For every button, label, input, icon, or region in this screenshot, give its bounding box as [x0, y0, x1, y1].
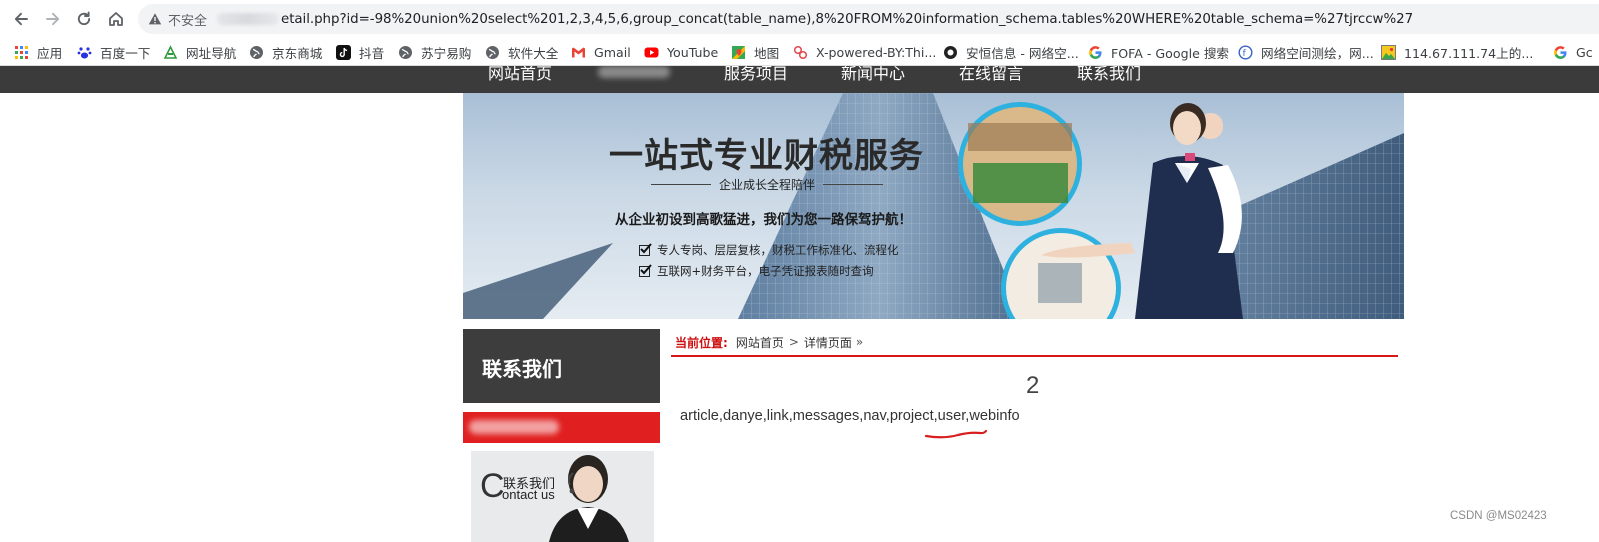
address-bar[interactable]: 不安全 etail.php?id=-98%20union%20select%20…: [138, 4, 1599, 34]
bookmark-youtube[interactable]: YouTube: [644, 43, 718, 61]
bookmark-label: 安恒信息 - 网络空...: [966, 45, 1079, 61]
breadcrumb-divider: [671, 355, 1398, 357]
globe-icon: [398, 45, 413, 60]
breadcrumb-label: 当前位置:: [675, 335, 728, 350]
hao123-icon: [163, 44, 178, 60]
google-icon: [1553, 45, 1568, 60]
insecure-label[interactable]: 不安全: [168, 10, 207, 29]
bookmark-label: 百度一下: [100, 45, 151, 61]
nav-services[interactable]: 服务项目: [724, 66, 788, 84]
bookmark-maps[interactable]: 地图: [731, 43, 779, 61]
detail-content: article,danye,link,messages,nav,project,…: [680, 408, 1020, 424]
warning-triangle-icon[interactable]: [148, 12, 162, 26]
baidu-paw-icon: [77, 45, 92, 60]
youtube-icon: [644, 45, 659, 60]
tiktok-icon: [336, 44, 351, 60]
bookmarks-bar: 应用 百度一下 网址导航 京东商城 抖音 苏宁易购 软件大全 Gmail You…: [0, 38, 1599, 66]
bookmark-label: X-powered-BY:Thi...: [816, 44, 937, 60]
bookmark-label: 应用: [37, 45, 63, 61]
bookmark-label: 114.67.111.74上的...: [1404, 45, 1534, 61]
fofa-icon: f: [1238, 44, 1253, 60]
home-icon[interactable]: [103, 6, 129, 32]
csdn-watermark: CSDN @MS02423: [1450, 510, 1547, 522]
banner-headline: 一站式专业财税服务: [609, 136, 924, 176]
bookmark-label: 网址导航: [186, 45, 237, 61]
bookmark-label: 苏宁易购: [421, 45, 472, 61]
bookmark-software[interactable]: 软件大全: [485, 43, 558, 61]
url-redaction: [217, 13, 280, 25]
bookmark-label: 软件大全: [508, 45, 559, 61]
nav-redaction: [598, 66, 670, 78]
bookmark-label: 地图: [754, 45, 780, 61]
browser-toolbar: 不安全 etail.php?id=-98%20union%20select%20…: [0, 0, 1599, 38]
banner-subline-left-rule: [651, 184, 711, 185]
apps-grid-icon: [14, 45, 29, 60]
bookmark-fofa-google[interactable]: FOFA - Google 搜索: [1088, 43, 1229, 61]
back-arrow-icon[interactable]: [8, 6, 34, 32]
link-icon: [793, 45, 808, 60]
gmail-icon: [571, 45, 586, 60]
detail-title: 2: [1026, 372, 1040, 399]
contact-card[interactable]: C 联系我们 ontact us: [471, 451, 654, 542]
svg-text:f: f: [1243, 48, 1247, 58]
banner-bullet-2-text: 互联网+财务平台，电子凭证报表随时查询: [657, 264, 874, 278]
banner-subline-right-rule: [823, 184, 883, 185]
globe-icon: [485, 45, 500, 60]
breadcrumb-current[interactable]: 详情页面: [804, 334, 852, 351]
google-icon: [1088, 45, 1103, 60]
bookmark-jd[interactable]: 京东商城: [249, 43, 322, 61]
banner-artwork: [463, 93, 1404, 319]
bookmark-google-more[interactable]: Gc: [1553, 43, 1593, 61]
bookmark-douyin[interactable]: 抖音: [336, 43, 384, 61]
sidebar-redaction: [469, 420, 559, 434]
sidebar-title: 联系我们: [482, 357, 562, 381]
bookmark-hao123[interactable]: 网址导航: [163, 43, 236, 61]
dbappsecurity-icon: [943, 45, 958, 60]
bookmark-label: Gc: [1576, 44, 1593, 60]
bookmark-label: YouTube: [667, 44, 719, 60]
breadcrumb-home-link[interactable]: 网站首页: [736, 334, 784, 351]
bookmark-apps[interactable]: 应用: [14, 43, 62, 61]
maps-icon: [731, 45, 746, 60]
banner-bullet-2: 互联网+财务平台，电子凭证报表随时查询: [639, 263, 874, 279]
bookmark-baidu[interactable]: 百度一下: [77, 43, 150, 61]
bookmark-dbappsecurity[interactable]: 安恒信息 - 网络空...: [943, 43, 1079, 61]
sidebar-header: 联系我们: [463, 329, 660, 403]
bookmark-ip-image[interactable]: 114.67.111.74上的...: [1381, 43, 1533, 61]
bookmark-label: 网络空间测绘，网...: [1261, 45, 1374, 61]
banner: 一站式专业财税服务 企业成长全程陪伴 从企业初设到高歌猛进，我们为您一路保驾护航…: [463, 93, 1404, 319]
bookmark-xpowered[interactable]: X-powered-BY:Thi...: [793, 43, 936, 61]
banner-bullet-1-text: 专人专岗、层层复核，财税工作标准化、流程化: [657, 243, 899, 257]
red-underline-annotation: [924, 429, 988, 439]
breadcrumb: 当前位置: 网站首页 > 详情页面 »: [675, 333, 863, 351]
banner-tagline: 从企业初设到高歌猛进，我们为您一路保驾护航！: [615, 212, 912, 228]
sidebar-red-bar[interactable]: [463, 412, 660, 443]
bookmark-label: 京东商城: [272, 45, 323, 61]
nav-news[interactable]: 新闻中心: [841, 66, 905, 84]
nav-guestbook[interactable]: 在线留言: [959, 66, 1023, 84]
customer-service-photo: [549, 455, 629, 542]
forward-arrow-icon[interactable]: [40, 6, 66, 32]
bookmark-gmail[interactable]: Gmail: [571, 43, 631, 61]
nav-home[interactable]: 网站首页: [488, 66, 552, 84]
bookmark-label: 抖音: [359, 45, 385, 61]
url-text[interactable]: etail.php?id=-98%20union%20select%201,2,…: [281, 12, 1413, 27]
checkbox-icon: [639, 263, 652, 277]
image-icon: [1381, 44, 1396, 60]
nav-contact[interactable]: 联系我们: [1077, 66, 1141, 84]
globe-icon: [249, 45, 264, 60]
site-navigation: 网站首页 服务项目 新闻中心 在线留言 联系我们: [0, 66, 1599, 93]
bookmark-label: FOFA - Google 搜索: [1111, 45, 1230, 61]
banner-subline: 企业成长全程陪伴: [719, 178, 816, 192]
checkbox-icon: [639, 242, 652, 256]
banner-bullet-1: 专人专岗、层层复核，财税工作标准化、流程化: [639, 242, 899, 258]
breadcrumb-trail: »: [855, 335, 864, 349]
breadcrumb-separator: >: [788, 335, 799, 349]
reload-icon[interactable]: [71, 6, 97, 32]
bookmark-fofa[interactable]: f 网络空间测绘，网...: [1238, 43, 1374, 61]
bookmark-label: Gmail: [594, 44, 631, 60]
bookmark-suning[interactable]: 苏宁易购: [398, 43, 471, 61]
